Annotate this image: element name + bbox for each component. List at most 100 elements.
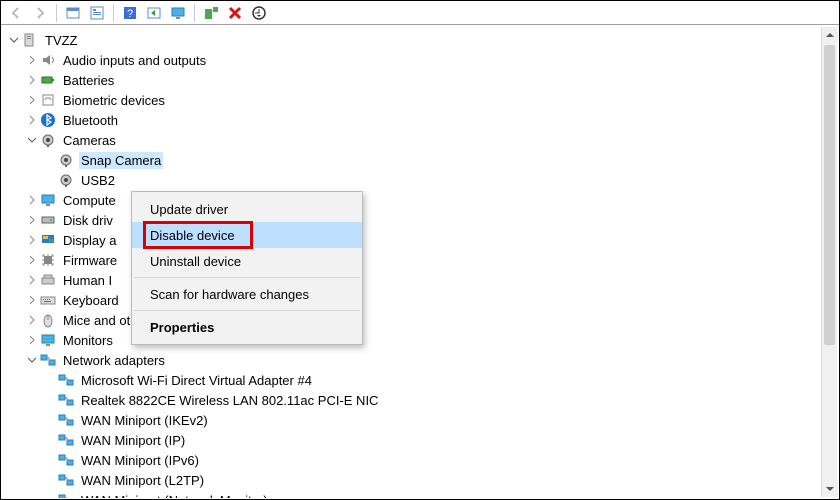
tree-category-biometric[interactable]: Biometric devices <box>8 90 838 110</box>
tree-device-label: WAN Miniport (IPv6) <box>79 452 201 469</box>
tree-device-label: WAN Miniport (L2TP) <box>79 472 206 489</box>
expand-toggle[interactable] <box>26 114 38 126</box>
context-menu-item-label: Uninstall device <box>150 254 241 269</box>
add-hardware-button[interactable] <box>200 3 222 23</box>
svg-text:?: ? <box>127 8 133 20</box>
tree-category-label: Bluetooth <box>61 112 120 129</box>
tree-category-label: Firmware <box>61 252 119 269</box>
expand-toggle[interactable] <box>26 134 38 146</box>
show-hidden-button[interactable] <box>62 3 84 23</box>
context-menu: Update driver Disable device Uninstall dev… <box>131 191 363 345</box>
toolbar-separator <box>56 4 57 22</box>
tree-category-label: Biometric devices <box>61 92 167 109</box>
tree-device[interactable]: USB2 <box>8 170 838 190</box>
tree-category-label: Compute <box>61 192 118 209</box>
audio-icon <box>40 52 56 68</box>
mouse-icon <box>40 312 56 328</box>
tree-device-label: WAN Miniport (Network Monitor) <box>79 492 270 499</box>
monitor-icon <box>40 332 56 348</box>
tree-category-label: Monitors <box>61 332 115 349</box>
net-icon <box>58 472 74 488</box>
remove-button[interactable] <box>224 3 246 23</box>
net-icon <box>58 432 74 448</box>
net-icon <box>58 492 74 498</box>
tree-category-label: Display a <box>61 232 118 249</box>
display-button[interactable] <box>167 3 189 23</box>
device-tree[interactable]: TVZZ Audio inputs and outputsBatteries Bio… <box>2 26 838 498</box>
net-icon <box>40 352 56 368</box>
keyboard-icon <box>40 292 56 308</box>
tree-device[interactable]: Microsoft Wi-Fi Direct Virtual Adapter #… <box>8 370 838 390</box>
context-menu-item-label: Update driver <box>150 202 228 217</box>
camera-icon <box>40 132 56 148</box>
device-tree-panel: TVZZ Audio inputs and outputsBatteries Bio… <box>2 26 838 498</box>
expand-toggle[interactable] <box>26 74 38 86</box>
context-menu-item-label: Disable device <box>150 228 235 243</box>
context-menu-separator <box>134 277 360 278</box>
context-menu-item[interactable]: Uninstall device <box>132 248 362 274</box>
expand-toggle[interactable] <box>26 94 38 106</box>
vertical-scrollbar[interactable] <box>821 27 837 497</box>
context-menu-item[interactable]: Disable device <box>132 222 362 248</box>
tree-category-cameras[interactable]: Cameras <box>8 130 838 150</box>
net-icon <box>58 372 74 388</box>
context-menu-item-label: Properties <box>150 320 214 335</box>
context-menu-item[interactable]: Properties <box>132 314 362 340</box>
tree-category-label: Human I <box>61 272 114 289</box>
tree-device[interactable]: WAN Miniport (Network Monitor) <box>8 490 838 498</box>
expand-toggle[interactable] <box>26 334 38 346</box>
forward-button[interactable] <box>29 3 51 23</box>
tree-device[interactable]: WAN Miniport (IKEv2) <box>8 410 838 430</box>
back-button[interactable] <box>5 3 27 23</box>
expand-toggle[interactable] <box>26 194 38 206</box>
tree-category-audio[interactable]: Audio inputs and outputs <box>8 50 838 70</box>
tree-category-bluetooth[interactable]: Bluetooth <box>8 110 838 130</box>
chip-icon <box>40 252 56 268</box>
expand-toggle[interactable] <box>26 234 38 246</box>
tree-device-label: WAN Miniport (IP) <box>79 432 187 449</box>
expand-toggle[interactable] <box>26 274 38 286</box>
expand-toggle[interactable] <box>26 294 38 306</box>
expand-toggle[interactable] <box>8 34 20 46</box>
battery-icon <box>40 72 56 88</box>
camera-icon <box>58 152 74 168</box>
net-icon <box>58 452 74 468</box>
tree-category-network[interactable]: Network adapters <box>8 350 838 370</box>
expand-toggle[interactable] <box>26 254 38 266</box>
scrollbar-thumb[interactable] <box>824 45 835 345</box>
tree-device[interactable]: Realtek 8822CE Wireless LAN 802.11ac PCI… <box>8 390 838 410</box>
toolbar: ? <box>1 1 839 25</box>
action-button[interactable] <box>143 3 165 23</box>
scroll-down-arrow[interactable] <box>822 481 838 497</box>
update-button[interactable] <box>248 3 270 23</box>
hid-icon <box>40 272 56 288</box>
tree-category-label: Audio inputs and outputs <box>61 52 208 69</box>
tree-device[interactable]: WAN Miniport (L2TP) <box>8 470 838 490</box>
tree-device[interactable]: WAN Miniport (IPv6) <box>8 450 838 470</box>
refresh-button[interactable] <box>86 3 108 23</box>
context-menu-item-label: Scan for hardware changes <box>150 287 309 302</box>
expand-toggle[interactable] <box>26 314 38 326</box>
tree-device-label: Snap Camera <box>79 152 163 169</box>
tree-category-label: Cameras <box>61 132 118 149</box>
biometric-icon <box>40 92 56 108</box>
context-menu-item[interactable]: Update driver <box>132 196 362 222</box>
tree-device[interactable]: Snap Camera <box>8 150 838 170</box>
expand-toggle[interactable] <box>26 354 38 366</box>
expand-toggle[interactable] <box>26 214 38 226</box>
tree-category-label: Network adapters <box>61 352 167 369</box>
context-menu-separator <box>134 310 360 311</box>
help-button[interactable]: ? <box>119 3 141 23</box>
tree-device[interactable]: WAN Miniport (IP) <box>8 430 838 450</box>
tree-root-label: TVZZ <box>43 32 80 49</box>
expand-toggle[interactable] <box>26 54 38 66</box>
tree-category-battery[interactable]: Batteries <box>8 70 838 90</box>
toolbar-separator <box>194 4 195 22</box>
bluetooth-icon <box>40 112 56 128</box>
tree-root[interactable]: TVZZ <box>8 30 838 50</box>
scroll-up-arrow[interactable] <box>822 27 838 43</box>
context-menu-item[interactable]: Scan for hardware changes <box>132 281 362 307</box>
net-icon <box>58 392 74 408</box>
tree-device-label: USB2 <box>79 172 117 189</box>
tree-device-label: Realtek 8822CE Wireless LAN 802.11ac PCI… <box>79 392 380 409</box>
